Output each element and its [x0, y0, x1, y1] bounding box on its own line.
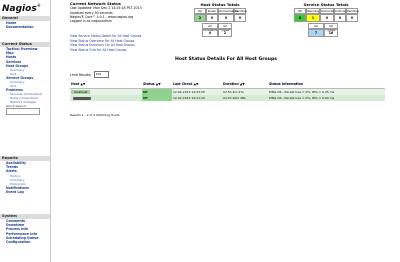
results-count: Results 1 - 2 of 2 Matching Hosts: [70, 113, 120, 117]
nav-section-general: General Home Documentation: [0, 16, 50, 29]
host-count-pending[interactable]: 0: [234, 14, 246, 22]
network-status-info: Current Network Status Last Updated: Mon…: [70, 1, 142, 24]
col-duration[interactable]: Duration ▲▼: [222, 80, 268, 89]
host-count-down[interactable]: 0: [206, 14, 218, 22]
col-status-information: Status Information: [268, 80, 385, 89]
nav-documentation[interactable]: Documentation: [0, 25, 50, 29]
last-check: 12-02-2013 14:21:20: [173, 96, 205, 100]
duration: 0d 2h 40m 48s: [223, 96, 246, 100]
service-count-warning[interactable]: 1: [306, 14, 320, 22]
service-totals-title: Service Status Totals: [303, 2, 349, 7]
main-content: Current Network Status Last Updated: Mon…: [52, 0, 400, 262]
table-row: UP 12-02-2013 14:21:20 0d 2h 40m 48s PIN…: [70, 95, 385, 101]
status-information: PING OK - Packet loss = 0%, RTA = 0.60 m…: [269, 96, 335, 100]
nav-event-log[interactable]: Event Log: [0, 190, 50, 194]
nav-configuration[interactable]: Configuration: [0, 240, 50, 244]
quick-search-input[interactable]: [6, 108, 40, 116]
nagios-logo[interactable]: Nagios®: [2, 3, 41, 14]
link-service-status-detail[interactable]: View Service Status Detail For All Host …: [70, 34, 141, 39]
col-status[interactable]: Status ▲▼: [142, 80, 172, 89]
host-count-up[interactable]: 2: [194, 14, 206, 22]
nav-section-reports: Reports Availability Trends Alerts Histo…: [0, 156, 50, 194]
host-count-all-problems[interactable]: 0: [202, 29, 218, 37]
host-count-unreachable[interactable]: 0: [218, 14, 234, 22]
service-count-ok[interactable]: 6: [294, 14, 306, 22]
service-count-critical[interactable]: 0: [334, 14, 346, 22]
service-count-all-problems[interactable]: 7: [308, 29, 324, 37]
view-links: View Service Status Detail For All Host …: [70, 34, 141, 52]
nav-section-system: System Comments Downtime Process Info Pe…: [0, 214, 50, 244]
limit-results-select[interactable]: 100: [93, 71, 109, 78]
limit-results: Limit Results: 100: [70, 71, 109, 78]
nav-section-current-status: Current Status Tactical Overview Map Hos…: [0, 42, 50, 116]
service-count-pending[interactable]: 0: [346, 14, 358, 22]
host-cell: [70, 95, 142, 101]
service-count-unknown[interactable]: 0: [320, 14, 334, 22]
service-count-all-types[interactable]: 16: [324, 29, 338, 37]
host-count-all-types[interactable]: 2: [218, 29, 232, 37]
host-status-table: Host ▲▼ Status ▲▼ Last Check ▲▼ Duration…: [70, 80, 385, 101]
service-status-totals: Service Status Totals Ok Warning Unknown…: [294, 2, 359, 37]
page-title: Host Status Details For All Host Groups: [175, 57, 277, 62]
logged-in-user: Logged in as nagiosadmin: [70, 19, 112, 24]
redacted-host-icon[interactable]: [73, 96, 91, 100]
link-status-grid[interactable]: View Status Grid For All Host Groups: [70, 48, 141, 53]
table-header-row: Host ▲▼ Status ▲▼ Last Check ▲▼ Duration…: [70, 80, 385, 89]
sidebar: Nagios® General Home Documentation Curre…: [0, 0, 51, 262]
limit-results-label: Limit Results:: [70, 72, 92, 77]
col-last-check[interactable]: Last Check ▲▼: [172, 80, 222, 89]
host-totals-title: Host Status Totals: [200, 2, 240, 7]
last-updated: Last Updated: Mon Dec 2 14:25:18 PST 201…: [70, 6, 142, 11]
col-host[interactable]: Host ▲▼: [70, 80, 142, 89]
host-link[interactable]: localhost: [71, 90, 91, 94]
status-badge: UP: [142, 95, 172, 101]
host-status-totals: Host Status Totals Up Down Unreachable P…: [194, 2, 247, 37]
quick-search-label: Quick Search:: [6, 104, 27, 109]
